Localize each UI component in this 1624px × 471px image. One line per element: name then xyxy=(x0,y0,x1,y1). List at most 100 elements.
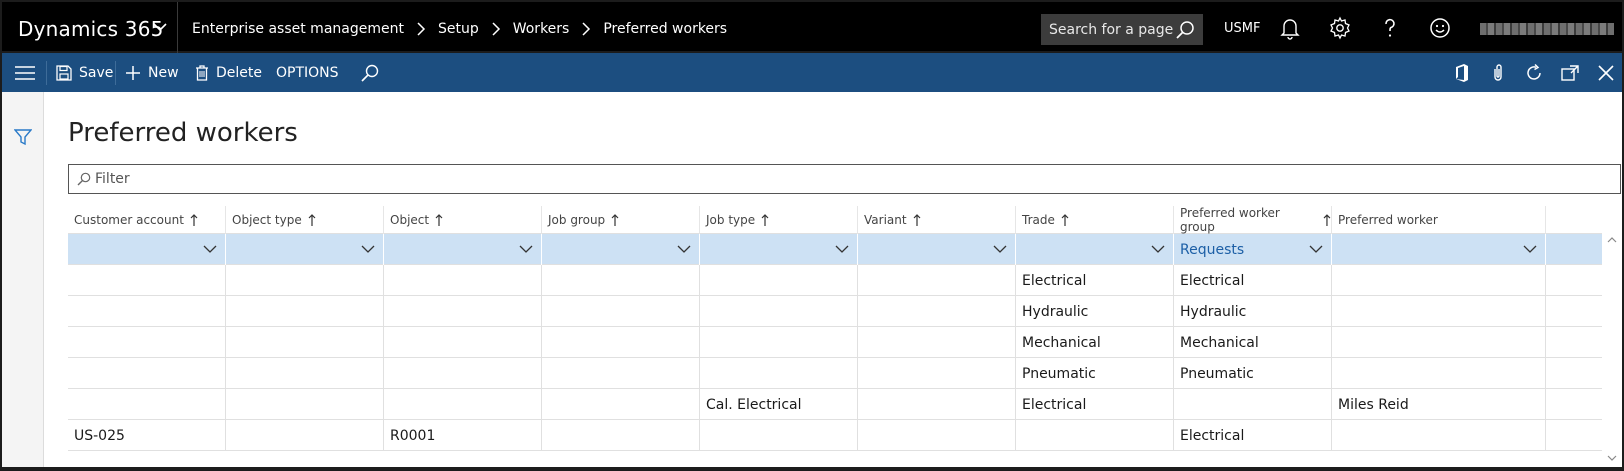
column-header-customer-account[interactable]: Customer account xyxy=(68,206,226,234)
chevron-down-icon[interactable] xyxy=(1151,243,1165,255)
column-header-preferred-worker[interactable]: Preferred worker xyxy=(1332,206,1546,234)
cell-customer-account[interactable]: US-025 xyxy=(68,420,226,451)
column-header-job-group[interactable]: Job group xyxy=(542,206,700,234)
grid-filter-input[interactable]: Filter xyxy=(68,164,1621,194)
cell-object[interactable] xyxy=(384,265,542,296)
cell-job-group[interactable] xyxy=(542,389,700,420)
cell-preferred-worker[interactable] xyxy=(1332,327,1546,358)
table-row-selected[interactable]: Requests xyxy=(68,234,1602,265)
options-tab[interactable]: OPTIONS xyxy=(276,53,339,92)
cell-customer-account[interactable] xyxy=(68,327,226,358)
cell-job-type[interactable] xyxy=(700,358,858,389)
cell-variant[interactable] xyxy=(858,234,1016,265)
cell-preferred-worker[interactable] xyxy=(1332,296,1546,327)
table-row[interactable]: Mechanical Mechanical xyxy=(68,327,1602,358)
cell-variant[interactable] xyxy=(858,420,1016,451)
cell-job-type[interactable] xyxy=(700,327,858,358)
cell-job-group[interactable] xyxy=(542,327,700,358)
cell-trade[interactable] xyxy=(1016,420,1174,451)
cell-trade[interactable] xyxy=(1016,234,1174,265)
cell-customer-account[interactable] xyxy=(68,265,226,296)
cell-object[interactable] xyxy=(384,296,542,327)
save-button[interactable]: Save xyxy=(56,53,113,92)
smiley-icon[interactable] xyxy=(1428,16,1452,40)
cell-preferred-worker[interactable] xyxy=(1332,420,1546,451)
cell-customer-account[interactable] xyxy=(68,296,226,327)
new-button[interactable]: New xyxy=(125,53,179,92)
cell-variant[interactable] xyxy=(858,327,1016,358)
chevron-down-icon[interactable] xyxy=(519,243,533,255)
chevron-down-icon[interactable] xyxy=(835,243,849,255)
cell-variant[interactable] xyxy=(858,265,1016,296)
breadcrumb-item[interactable]: Enterprise asset management xyxy=(192,21,404,37)
cell-customer-account[interactable] xyxy=(68,358,226,389)
search-icon[interactable] xyxy=(360,63,380,83)
page-search-input[interactable]: Search for a page xyxy=(1041,14,1203,45)
cell-trade[interactable]: Mechanical xyxy=(1016,327,1174,358)
chevron-down-icon[interactable] xyxy=(1523,243,1537,255)
cell-preferred-worker[interactable] xyxy=(1332,234,1546,265)
app-launcher[interactable]: Dynamics 365 xyxy=(2,2,178,55)
cell-customer-account[interactable] xyxy=(68,389,226,420)
table-row[interactable]: US-025 R0001 Electrical xyxy=(68,420,1602,451)
cell-job-type[interactable] xyxy=(700,234,858,265)
cell-job-type[interactable] xyxy=(700,420,858,451)
cell-object-type[interactable] xyxy=(226,389,384,420)
cell-job-group[interactable] xyxy=(542,420,700,451)
cell-object-type[interactable] xyxy=(226,265,384,296)
cell-preferred-worker-group[interactable]: Requests xyxy=(1174,234,1332,265)
cell-trade[interactable]: Pneumatic xyxy=(1016,358,1174,389)
cell-object[interactable] xyxy=(384,358,542,389)
cell-object[interactable] xyxy=(384,234,542,265)
close-icon[interactable] xyxy=(1596,63,1616,83)
cell-object[interactable] xyxy=(384,327,542,358)
search-icon[interactable] xyxy=(1175,20,1195,40)
cell-preferred-worker-group[interactable]: Pneumatic xyxy=(1174,358,1332,389)
cell-object-type[interactable] xyxy=(226,234,384,265)
chevron-down-icon[interactable] xyxy=(677,243,691,255)
cell-object-type[interactable] xyxy=(226,296,384,327)
chevron-down-icon[interactable] xyxy=(1309,243,1323,255)
cell-job-type[interactable] xyxy=(700,265,858,296)
bell-icon[interactable] xyxy=(1278,16,1302,40)
cell-customer-account[interactable] xyxy=(68,234,226,265)
hamburger-menu-icon[interactable] xyxy=(14,64,36,82)
cell-object-type[interactable] xyxy=(226,358,384,389)
table-row[interactable]: Pneumatic Pneumatic xyxy=(68,358,1602,389)
chevron-down-icon[interactable] xyxy=(203,243,217,255)
cell-job-group[interactable] xyxy=(542,358,700,389)
cell-job-group[interactable] xyxy=(542,296,700,327)
cell-preferred-worker-group[interactable] xyxy=(1174,389,1332,420)
cell-job-group[interactable] xyxy=(542,234,700,265)
cell-job-group[interactable] xyxy=(542,265,700,296)
cell-trade[interactable]: Electrical xyxy=(1016,389,1174,420)
table-row[interactable]: Cal. Electrical Electrical Miles Reid xyxy=(68,389,1602,420)
filter-icon[interactable] xyxy=(14,128,32,146)
cell-object[interactable] xyxy=(384,389,542,420)
chevron-down-icon[interactable] xyxy=(993,243,1007,255)
column-header-job-type[interactable]: Job type xyxy=(700,206,858,234)
cell-preferred-worker[interactable]: Miles Reid xyxy=(1332,389,1546,420)
column-header-trade[interactable]: Trade xyxy=(1016,206,1174,234)
cell-preferred-worker[interactable] xyxy=(1332,358,1546,389)
user-name-redacted[interactable] xyxy=(1480,23,1614,35)
column-header-preferred-worker-group[interactable]: Preferred worker group xyxy=(1174,206,1332,234)
cell-object[interactable]: R0001 xyxy=(384,420,542,451)
cell-preferred-worker[interactable] xyxy=(1332,265,1546,296)
breadcrumb-item[interactable]: Setup xyxy=(438,21,479,37)
breadcrumb-item[interactable]: Workers xyxy=(513,21,570,37)
cell-variant[interactable] xyxy=(858,358,1016,389)
cell-job-type[interactable] xyxy=(700,296,858,327)
table-row[interactable]: Hydraulic Hydraulic xyxy=(68,296,1602,327)
help-icon[interactable] xyxy=(1378,16,1402,40)
vertical-scrollbar[interactable] xyxy=(1604,234,1620,464)
cell-preferred-worker-group[interactable]: Electrical xyxy=(1174,265,1332,296)
table-row[interactable]: Electrical Electrical xyxy=(68,265,1602,296)
cell-trade[interactable]: Electrical xyxy=(1016,265,1174,296)
column-header-object[interactable]: Object xyxy=(384,206,542,234)
cell-variant[interactable] xyxy=(858,296,1016,327)
chevron-down-icon[interactable] xyxy=(361,243,375,255)
column-header-object-type[interactable]: Object type xyxy=(226,206,384,234)
cell-trade[interactable]: Hydraulic xyxy=(1016,296,1174,327)
cell-variant[interactable] xyxy=(858,389,1016,420)
